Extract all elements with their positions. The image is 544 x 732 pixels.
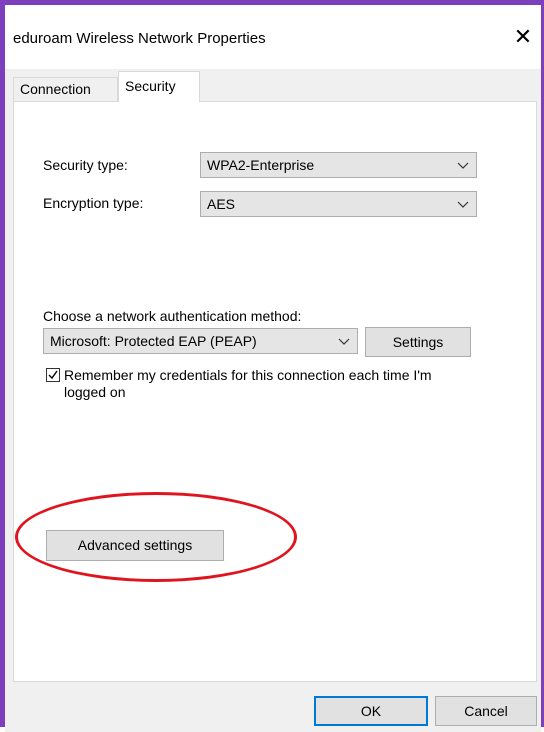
security-type-value: WPA2-Enterprise [207,157,315,173]
chevron-down-icon [338,338,350,345]
auth-settings-button[interactable]: Settings [365,327,471,357]
checkmark-icon [48,370,58,380]
encryption-type-label: Encryption type: [43,195,144,211]
auth-method-value: Microsoft: Protected EAP (PEAP) [50,333,257,349]
window-title: eduroam Wireless Network Properties [13,30,266,47]
title-bar: eduroam Wireless Network Properties ✕ [5,5,541,69]
chevron-down-icon [457,201,469,208]
security-tab-panel: Security type: WPA2-Enterprise Encryptio… [13,101,537,682]
remember-credentials-checkbox[interactable] [46,368,60,382]
encryption-type-value: AES [207,196,236,212]
tab-connection[interactable]: Connection [13,77,118,101]
properties-dialog: eduroam Wireless Network Properties ✕ Co… [0,0,544,732]
auth-method-select[interactable]: Microsoft: Protected EAP (PEAP) [43,328,358,354]
advanced-settings-button[interactable]: Advanced settings [46,530,224,561]
tab-security[interactable]: Security [118,71,200,102]
chevron-down-icon [457,162,469,169]
encryption-type-select[interactable]: AES [200,191,477,217]
security-type-select[interactable]: WPA2-Enterprise [200,152,477,178]
dialog-footer: OK Cancel [5,682,541,732]
auth-method-label: Choose a network authentication method: [43,308,302,324]
security-type-label: Security type: [43,157,128,173]
ok-button[interactable]: OK [314,696,428,726]
close-icon[interactable]: ✕ [509,23,537,51]
cancel-button[interactable]: Cancel [435,696,537,726]
remember-credentials-label: Remember my credentials for this connect… [64,367,432,400]
